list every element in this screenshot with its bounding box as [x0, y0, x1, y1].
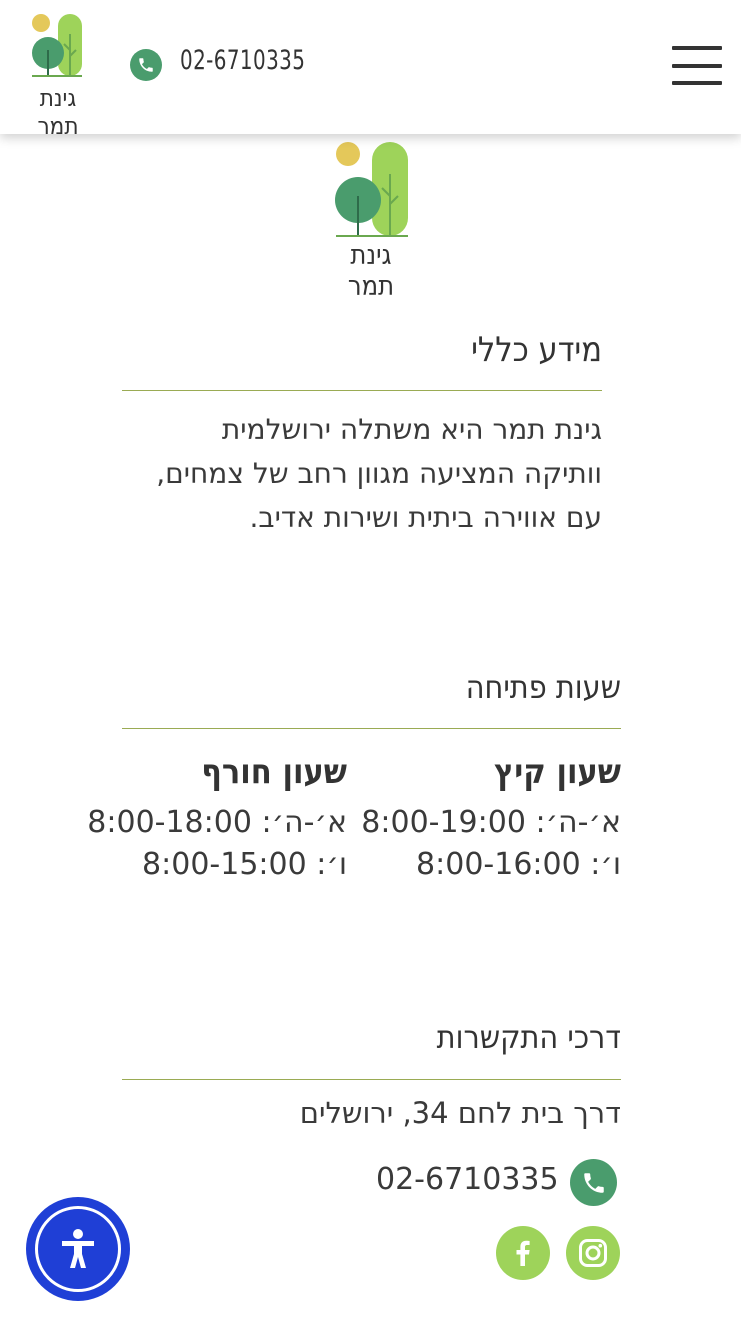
- contact-phone-number[interactable]: 02-6710335: [376, 1162, 559, 1197]
- contact-address: דרך בית לחם 34, ירושלים: [299, 1096, 621, 1130]
- summer-hours: א׳-ה׳: 8:00-19:00 ו׳: 8:00-16:00: [360, 802, 621, 886]
- header-logo-text: גינת תמר: [37, 84, 79, 140]
- divider: [122, 728, 621, 729]
- site-header: גינת תמר 02-6710335: [0, 0, 741, 140]
- accessibility-icon: [35, 1206, 121, 1292]
- general-info-text: גינת תמר היא משתלה ירושלמית וותיקה המציע…: [122, 408, 602, 540]
- opening-hours-title: שעות פתיחה: [465, 668, 621, 706]
- winter-weekdays-hours: א׳-ה׳: 8:00-18:00: [87, 805, 347, 840]
- menu-line: [672, 81, 722, 85]
- contact-title: דרכי התקשרות: [436, 1018, 621, 1056]
- facebook-icon[interactable]: [496, 1226, 550, 1280]
- trees-logo-icon: [32, 14, 82, 77]
- summer-friday-hours: ו׳: 8:00-16:00: [416, 847, 621, 882]
- winter-hours: א׳-ה׳: 8:00-18:00 ו׳: 8:00-15:00: [87, 802, 347, 886]
- general-info-title: מידע כללי: [471, 330, 602, 370]
- divider: [122, 390, 602, 391]
- menu-line: [672, 64, 722, 68]
- winter-hours-title: שעון חורף: [201, 752, 347, 792]
- general-info-line: עם אווירה ביתית ושירות אדיב.: [249, 501, 602, 534]
- header-logo[interactable]: גינת תמר: [18, 10, 98, 140]
- general-info-line: וותיקה המציעה מגוון רחב של צמחים,: [156, 457, 602, 490]
- instagram-icon[interactable]: [566, 1226, 620, 1280]
- summer-weekdays-hours: א׳-ה׳: 8:00-19:00: [361, 805, 621, 840]
- phone-icon[interactable]: [570, 1159, 617, 1206]
- hamburger-menu-icon[interactable]: [672, 46, 722, 86]
- trees-logo-icon: [335, 142, 408, 237]
- main-logo-text: גינת תמר: [347, 240, 395, 302]
- summer-hours-title: שעון קיץ: [494, 752, 621, 792]
- menu-line: [672, 46, 722, 50]
- winter-friday-hours: ו׳: 8:00-15:00: [142, 847, 347, 882]
- accessibility-button[interactable]: [26, 1197, 130, 1301]
- main-logo: גינת תמר: [330, 140, 412, 302]
- phone-icon[interactable]: [130, 49, 162, 81]
- header-phone-number[interactable]: 02-6710335: [180, 45, 305, 76]
- divider: [122, 1079, 621, 1080]
- general-info-line: גינת תמר היא משתלה ירושלמית: [221, 413, 602, 446]
